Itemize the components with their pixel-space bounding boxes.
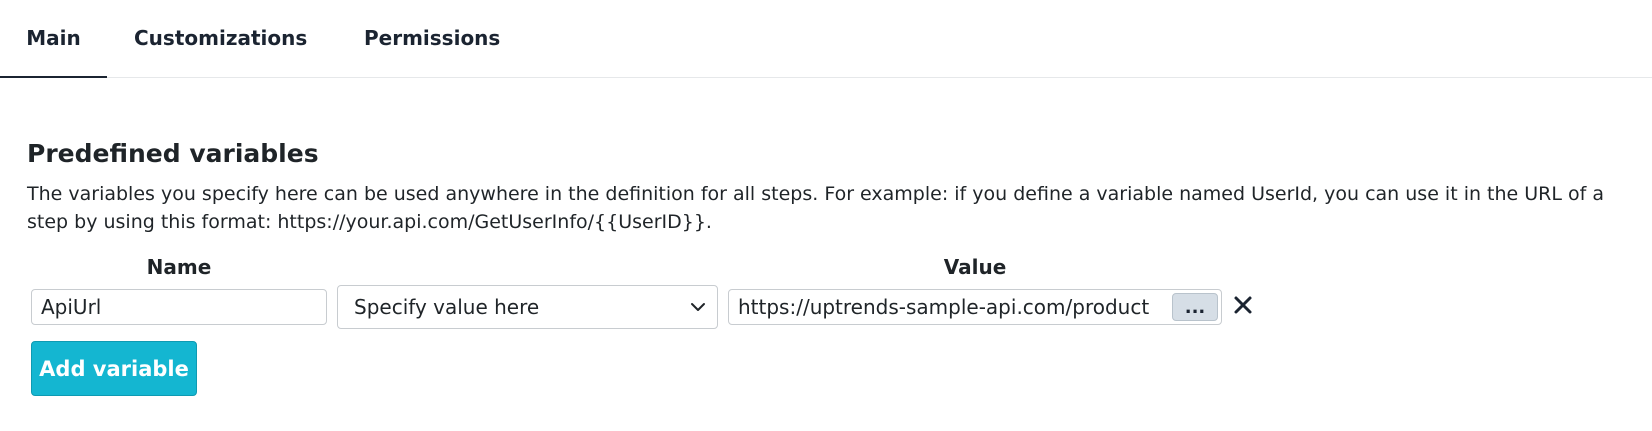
chevron-down-icon: [691, 303, 705, 311]
tab-main[interactable]: Main: [0, 0, 107, 78]
value-more-button[interactable]: ...: [1172, 293, 1218, 321]
close-icon[interactable]: [1232, 293, 1254, 317]
tab-bar: Main Customizations Permissions: [0, 0, 1652, 78]
column-header-value: Value: [943, 255, 1007, 279]
variable-value-field[interactable]: https://uptrends-sample-api.com/product …: [728, 289, 1222, 325]
section-title: Predefined variables: [27, 139, 319, 168]
variable-value-text[interactable]: https://uptrends-sample-api.com/product: [738, 290, 1171, 324]
variable-name-input[interactable]: [31, 289, 327, 325]
column-header-name: Name: [146, 255, 212, 279]
section-description: The variables you specify here can be us…: [27, 183, 1604, 233]
value-type-select[interactable]: Specify value here: [337, 285, 718, 329]
tab-customizations[interactable]: Customizations: [134, 0, 312, 76]
tab-permissions[interactable]: Permissions: [364, 0, 504, 76]
add-variable-button[interactable]: Add variable: [31, 341, 197, 396]
value-type-selected: Specify value here: [354, 295, 540, 319]
